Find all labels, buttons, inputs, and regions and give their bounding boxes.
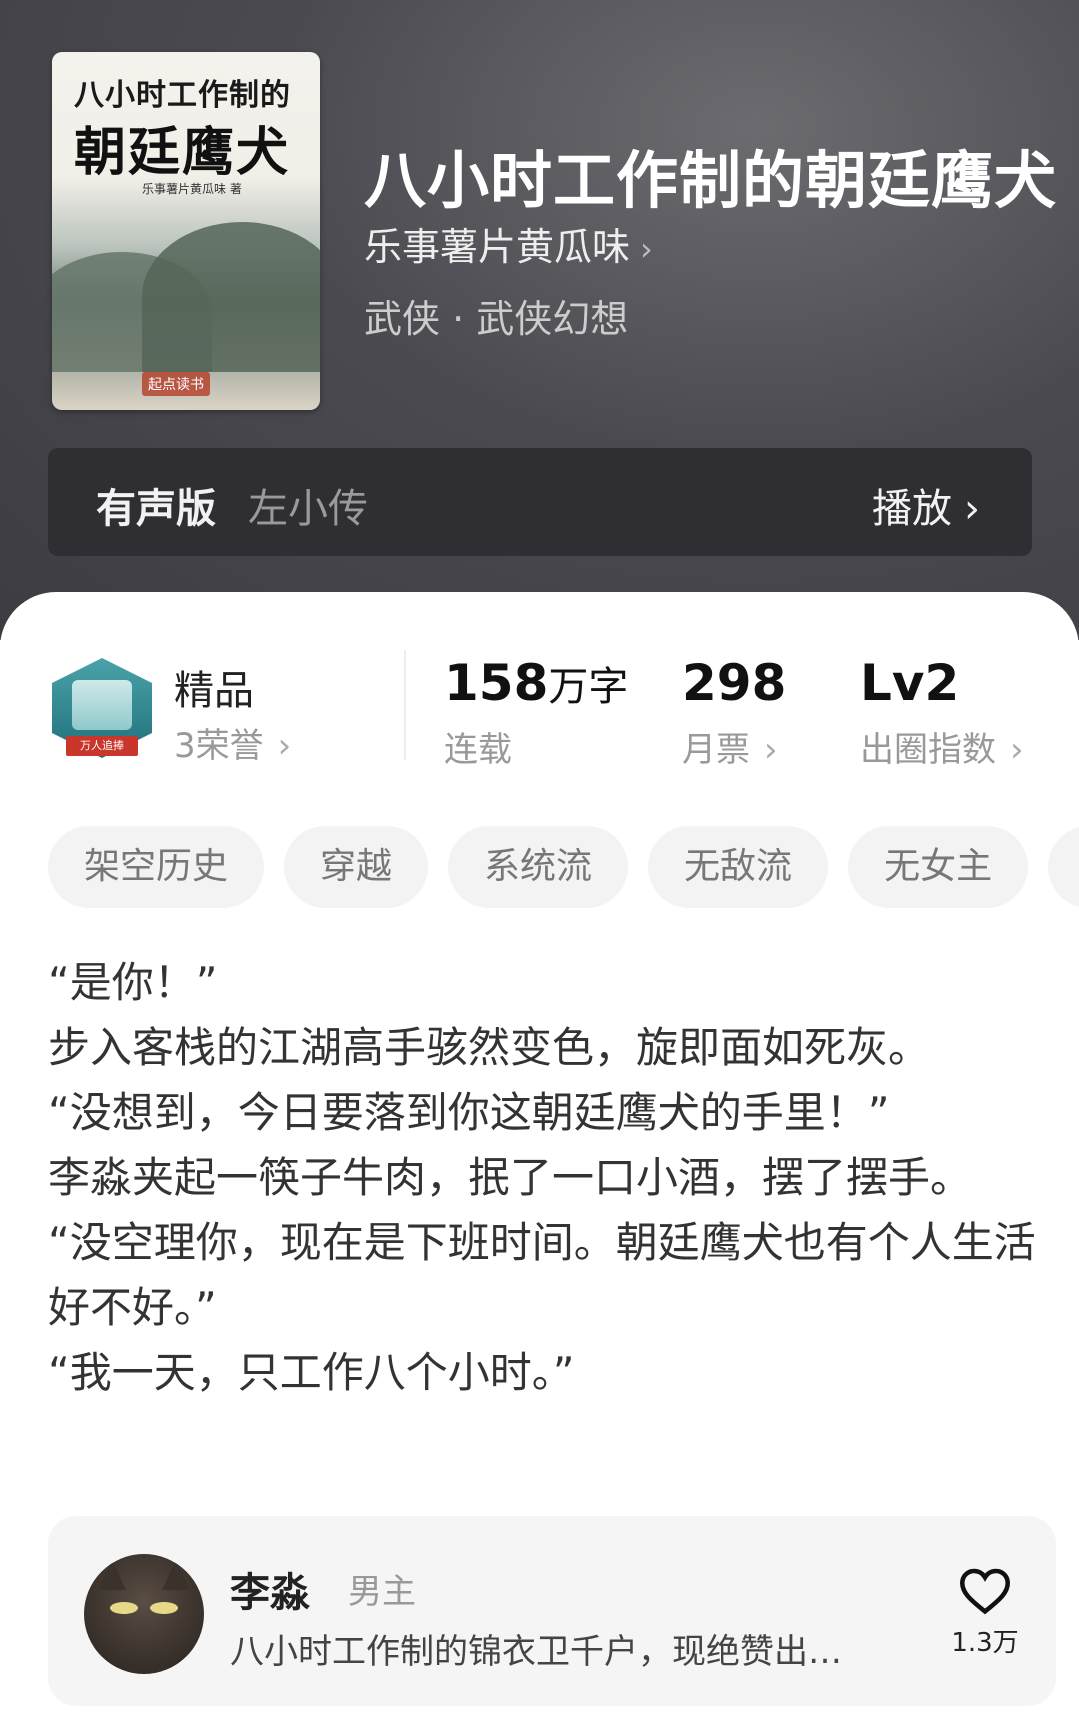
quality-badge-icon[interactable]: 万人追捧 (52, 658, 152, 762)
character-name: 李淼 (230, 1570, 310, 1616)
popularity-level-value: Lv2 (860, 654, 960, 712)
like-count: 1.3万 (951, 1628, 1019, 1658)
heart-icon (959, 1568, 1011, 1615)
book-title: 八小时工作制的朝廷鹰犬 (364, 144, 1058, 217)
popularity-index-link[interactable]: 出圈指数 › (860, 722, 1024, 771)
excerpt-line: “没空理你，现在是下班时间。朝廷鹰犬也有个人生活好不好。” (48, 1218, 1036, 1332)
audiobook-label: 有声版 (96, 486, 216, 532)
book-cover[interactable]: 八小时工作制的 朝廷鹰犬 乐事薯片黄瓜味 著 起点读书 (52, 52, 320, 410)
tag-chip[interactable]: 无女主 (848, 826, 1029, 908)
play-label: 播放 (872, 486, 952, 532)
excerpt-line: “没想到，今日要落到你这朝廷鹰犬的手里！” (48, 1088, 890, 1137)
popularity-index-label: 出圈指数 (860, 730, 996, 770)
divider (404, 650, 406, 760)
badge-emblem (72, 680, 132, 730)
word-count-number: 158 (444, 654, 549, 712)
chevron-right-icon: › (964, 486, 980, 532)
like-button[interactable]: 1.3万 (950, 1566, 1020, 1659)
word-count-value: 158万字 (444, 654, 628, 712)
character-card[interactable]: 李淼 男主 八小时工作制的锦衣卫千户，现绝赞出… 1.3万 (48, 1516, 1056, 1706)
chevron-right-icon: › (764, 730, 778, 770)
tag-chip[interactable]: 架空历史 (48, 826, 265, 908)
monthly-tickets-link[interactable]: 月票 › (682, 722, 778, 771)
chevron-right-icon: › (277, 726, 292, 766)
author-name: 乐事薯片黄瓜味 (364, 225, 631, 269)
excerpt-line: “是你！” (48, 958, 218, 1007)
book-header: 八小时工作制的 朝廷鹰犬 乐事薯片黄瓜味 著 起点读书 八小时工作制的朝廷鹰犬 … (0, 0, 1079, 640)
excerpt-line: 步入客栈的江湖高手骇然变色，旋即面如死灰。 (48, 1023, 931, 1072)
avatar-eye (150, 1602, 178, 1614)
word-count-unit: 万字 (548, 664, 629, 710)
cover-author: 乐事薯片黄瓜味 著 (142, 182, 242, 196)
chevron-right-icon: › (1010, 730, 1024, 770)
cover-publisher-logo: 起点读书 (142, 372, 210, 396)
honors-count: 3荣誉 (174, 726, 264, 766)
audiobook-bar[interactable]: 有声版 左小传 播放 › (48, 448, 1032, 556)
audiobook-narrator: 左小传 (248, 486, 368, 532)
tag-list: 架空历史 穿越 系统流 无敌流 无女主 (48, 826, 1079, 912)
avatar-eye (110, 1602, 138, 1614)
avatar-ear (162, 1560, 190, 1590)
honors-link[interactable]: 3荣誉 › (174, 718, 291, 767)
character-avatar (84, 1554, 204, 1674)
book-excerpt[interactable]: “是你！” 步入客栈的江湖高手骇然变色，旋即面如死灰。 “没想到，今日要落到你这… (48, 950, 1038, 1405)
cover-mountain (142, 222, 320, 372)
excerpt-line: 李淼夹起一筷子牛肉，抿了一口小酒，摆了摆手。 (48, 1153, 973, 1202)
tag-chip[interactable]: 穿越 (284, 826, 429, 908)
cover-title-line2: 朝廷鹰犬 (74, 123, 291, 183)
excerpt-line: “我一天，只工作八个小时。” (48, 1348, 575, 1397)
tag-chip[interactable]: 无敌流 (648, 826, 829, 908)
play-button[interactable]: 播放 › (872, 476, 980, 534)
tag-chip[interactable]: 系统流 (448, 826, 629, 908)
author-link[interactable]: 乐事薯片黄瓜味 › (364, 216, 653, 271)
tag-chip-partial (1048, 826, 1079, 908)
monthly-tickets-value: 298 (682, 654, 787, 712)
book-detail-sheet: 万人追捧 精品 3荣誉 › 158万字 连载 298 月票 › Lv2 出圈指数 › … (0, 592, 1079, 1726)
quality-title: 精品 (174, 668, 254, 714)
serial-status-label: 连载 (444, 730, 512, 770)
character-role: 男主 (348, 1572, 416, 1612)
chevron-right-icon: › (640, 230, 653, 268)
character-description: 八小时工作制的锦衣卫千户，现绝赞出… (230, 1632, 842, 1672)
monthly-tickets-label: 月票 (682, 730, 750, 770)
book-genre: 武侠 · 武侠幻想 (364, 297, 629, 341)
avatar-ear (98, 1560, 126, 1590)
cover-title-line1: 八小时工作制的 (74, 78, 291, 113)
badge-ribbon: 万人追捧 (66, 736, 138, 756)
